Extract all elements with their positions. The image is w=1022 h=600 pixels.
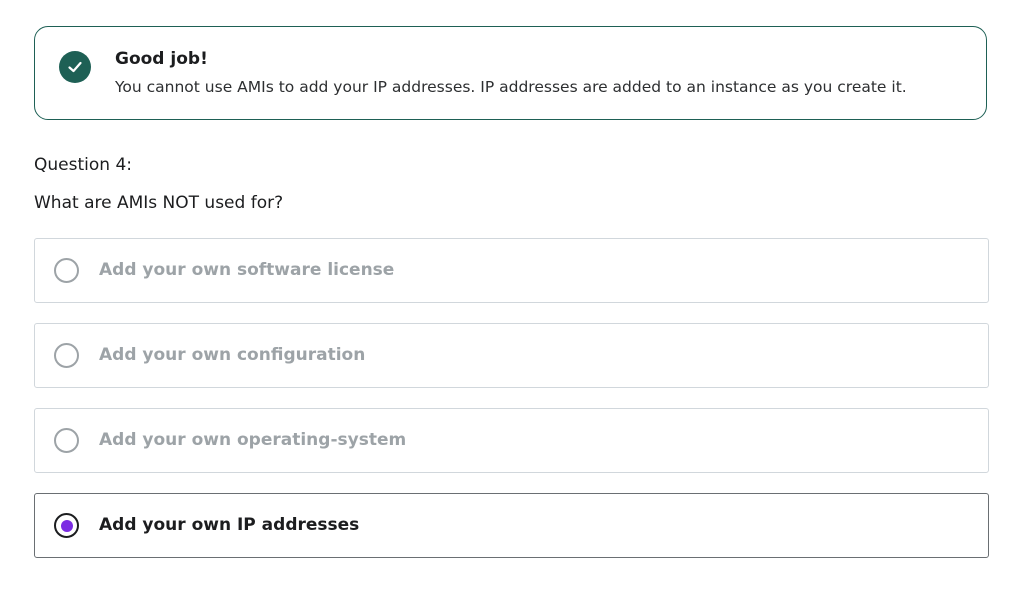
answer-option-configuration[interactable]: Add your own configuration bbox=[34, 323, 989, 388]
answer-option-label: Add your own configuration bbox=[99, 345, 366, 365]
answer-option-software-license[interactable]: Add your own software license bbox=[34, 238, 989, 303]
question-prompt: What are AMIs NOT used for? bbox=[34, 193, 284, 213]
answer-option-operating-system[interactable]: Add your own operating-system bbox=[34, 408, 989, 473]
quiz-page: Good job! You cannot use AMIs to add you… bbox=[0, 0, 1022, 600]
question-number: Question 4: bbox=[34, 155, 132, 175]
radio-button[interactable] bbox=[54, 513, 79, 538]
radio-button[interactable] bbox=[54, 343, 79, 368]
feedback-message: You cannot use AMIs to add your IP addre… bbox=[115, 78, 907, 96]
answer-option-label: Add your own operating-system bbox=[99, 430, 407, 450]
checkmark-icon bbox=[59, 51, 91, 83]
answer-option-label: Add your own software license bbox=[99, 260, 395, 280]
feedback-banner: Good job! You cannot use AMIs to add you… bbox=[34, 26, 987, 120]
radio-selected-dot bbox=[60, 519, 73, 532]
answer-option-label: Add your own IP addresses bbox=[99, 515, 360, 535]
radio-button[interactable] bbox=[54, 428, 79, 453]
feedback-title: Good job! bbox=[115, 49, 208, 69]
radio-button[interactable] bbox=[54, 258, 79, 283]
answer-option-ip-addresses[interactable]: Add your own IP addresses bbox=[34, 493, 989, 558]
